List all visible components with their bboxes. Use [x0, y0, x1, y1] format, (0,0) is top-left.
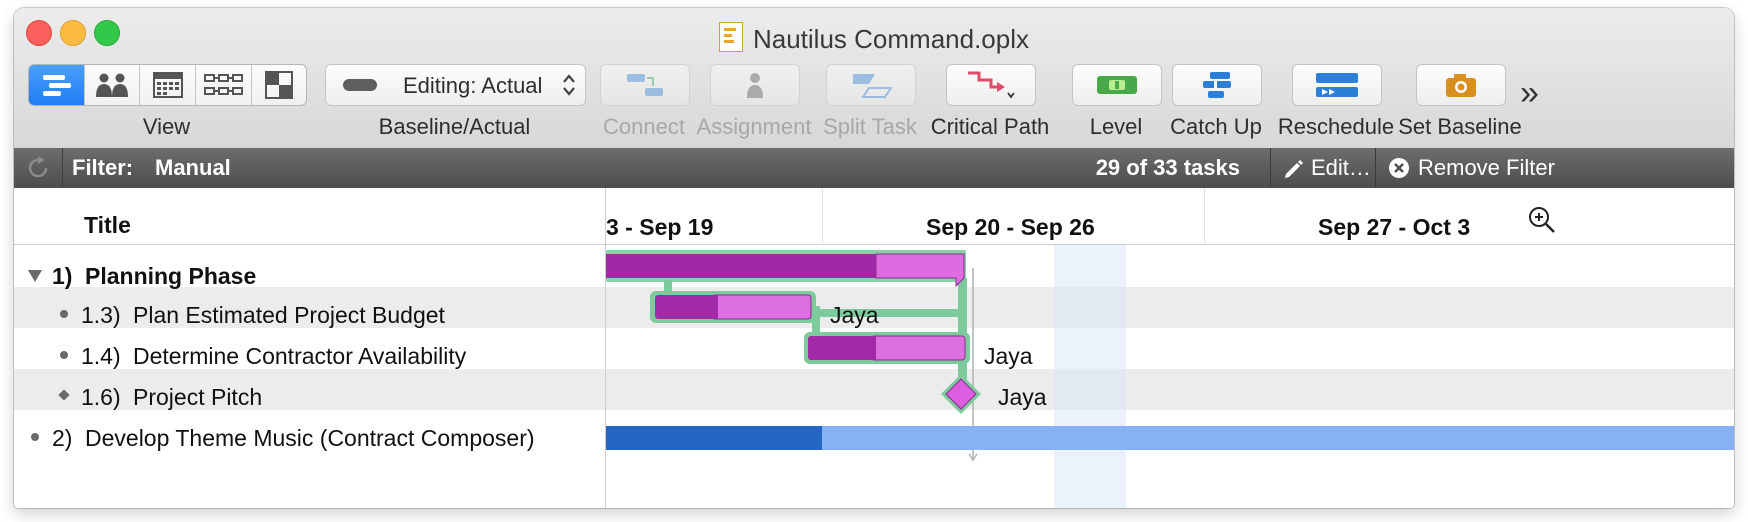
refresh-button[interactable]: [14, 148, 63, 188]
row-5-number: 2): [52, 425, 73, 451]
connect-label: Connect: [603, 114, 685, 139]
task-bar-1-3-done[interactable]: [655, 295, 715, 319]
critical-path-label: Critical Path: [930, 114, 1050, 139]
document-icon: [718, 22, 743, 52]
camera-icon: [1446, 74, 1476, 97]
remove-circle-icon: [1389, 158, 1409, 178]
gantt-content: Title 3 - Sep 19 Sep 20 - Sep 26 Sep 27 …: [14, 188, 1734, 508]
bullet-icon: [31, 433, 39, 441]
row-3-title[interactable]: Determine Contractor Availability: [133, 343, 466, 370]
row-2-number: 1.3): [81, 302, 121, 328]
window-title-text: Nautilus Command.oplx: [752, 24, 1029, 54]
calendar-icon: [153, 72, 183, 98]
refresh-icon: [28, 156, 48, 178]
view-segmented-control: [28, 64, 307, 106]
toolbar-overflow-button[interactable]: »: [1520, 76, 1539, 110]
set-baseline-label: Set Baseline: [1398, 114, 1522, 139]
remove-filter-label: Remove Filter: [1418, 155, 1555, 180]
group-bar-done[interactable]: [606, 254, 876, 278]
reschedule-icon: [1316, 73, 1358, 97]
view-label: View: [142, 114, 191, 139]
remove-filter-button[interactable]: Remove Filter: [1376, 148, 1556, 188]
row-2-title[interactable]: Plan Estimated Project Budget: [133, 302, 445, 329]
level-label: Level: [1089, 114, 1143, 139]
resource-label-1-3: Jaya: [830, 302, 879, 328]
baseline-bar-icon: [343, 79, 377, 91]
critical-path-icon: [968, 71, 1015, 99]
view-network-button[interactable]: [195, 65, 252, 105]
baseline-actual-label: Baseline/Actual: [378, 114, 531, 139]
bullet-icon: [60, 310, 68, 318]
disclosure-triangle-icon[interactable]: [27, 269, 43, 283]
person-icon: [747, 73, 763, 98]
filter-name: Manual: [155, 155, 231, 180]
row-4-title[interactable]: Project Pitch: [133, 384, 262, 411]
row-4-number: 1.6): [81, 384, 121, 410]
split-task-button[interactable]: [826, 64, 916, 106]
connect-icon: [627, 74, 663, 96]
resource-label-1-6: Jaya: [998, 384, 1047, 410]
gantt-chart: [606, 245, 1734, 508]
styles-icon: [265, 71, 293, 99]
title-column-header[interactable]: Title: [84, 212, 131, 239]
set-baseline-button[interactable]: [1416, 64, 1506, 106]
bullet-icon: [60, 351, 68, 359]
people-icon: [96, 73, 128, 97]
task-bar-1-4-done[interactable]: [808, 336, 874, 360]
resource-label-1-4: Jaya: [984, 343, 1033, 369]
catch-up-label: Catch Up: [1170, 114, 1262, 139]
filter-prefix: Filter:: [72, 155, 134, 180]
assignment-button[interactable]: [710, 64, 800, 106]
network-icon: [204, 74, 243, 95]
level-icon: [1097, 76, 1137, 94]
view-styles-button[interactable]: [251, 65, 307, 105]
outline-view-icon: [43, 75, 71, 96]
edit-filter-button[interactable]: Edit…: [1271, 148, 1375, 188]
assignment-label: Assignment: [696, 114, 812, 139]
task-count: 29 of 33 tasks: [1095, 155, 1240, 180]
task-bar-2-remaining[interactable]: [822, 426, 1734, 450]
app-window: Nautilus Command.oplx View Editing: Actu…: [14, 8, 1734, 508]
split-task-icon: [853, 74, 893, 98]
non-working-day-shading: [1054, 245, 1126, 508]
split-task-label: Split Task: [823, 114, 917, 139]
chevron-updown-icon: [563, 74, 575, 96]
row-1-number: 1): [52, 263, 73, 289]
critical-path-button[interactable]: [946, 64, 1036, 106]
baseline-actual-popup[interactable]: Editing: Actual: [325, 64, 586, 106]
pencil-icon: [1285, 160, 1303, 178]
level-button[interactable]: [1072, 64, 1162, 106]
view-calendar-button[interactable]: [139, 65, 196, 105]
catch-up-icon: [1203, 72, 1231, 98]
task-bar-1-3-remaining[interactable]: [711, 294, 812, 320]
view-resource-button[interactable]: [84, 65, 140, 105]
window-title: Nautilus Command.oplx: [14, 22, 1734, 55]
milestone-diamond[interactable]: [945, 378, 977, 410]
connect-button[interactable]: [600, 64, 690, 106]
baseline-value: Editing: Actual: [403, 73, 543, 98]
catch-up-button[interactable]: [1172, 64, 1262, 106]
task-bar-1-4-remaining[interactable]: [870, 335, 966, 361]
row-1-title[interactable]: Planning Phase: [85, 263, 256, 290]
filter-bar: Filter: Manual 29 of 33 tasks Edit… Remo…: [14, 148, 1734, 188]
reschedule-button[interactable]: [1292, 64, 1382, 106]
reschedule-label: Reschedule: [1277, 114, 1395, 139]
row-5-title[interactable]: Develop Theme Music (Contract Composer): [85, 425, 535, 452]
view-outline-button[interactable]: [29, 65, 84, 105]
edit-filter-label: Edit…: [1311, 155, 1371, 180]
title-bar: Nautilus Command.oplx View Editing: Actu…: [14, 8, 1734, 157]
row-3-number: 1.4): [81, 343, 121, 369]
task-bar-2-done[interactable]: [606, 426, 822, 450]
